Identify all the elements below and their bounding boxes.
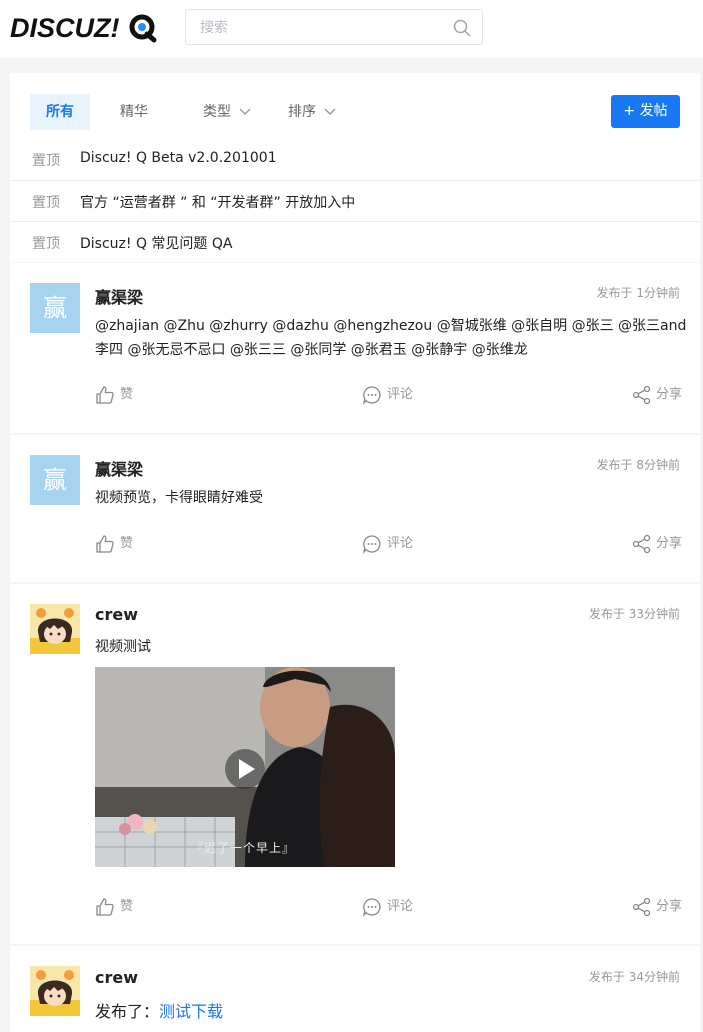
sticky-title[interactable]: Discuz! Q 常见问题 QA [80,233,232,253]
comment-icon [362,386,381,405]
sticky-title[interactable]: Discuz! Q Beta v2.0.201001 [80,150,277,166]
avatar[interactable] [30,966,80,1016]
search-input[interactable] [200,18,440,38]
thread-card[interactable]: 赢 赢渠梁 发布于 8分钟前 视频预览，卡得眼睛好难受 赞 评论 分享 [10,435,700,582]
mention-list[interactable]: @zhajian @Zhu @zhurry @dazhu @hengzhezou… [95,315,686,335]
post-time: 发布于 33分钟前 [588,607,680,621]
sticky-tag: 置顶 [32,236,60,252]
author-name[interactable]: crew [95,968,138,987]
thread-card[interactable]: 赢 赢渠梁 发布于 1分钟前 @zhajian @Zhu @zhurry @da… [10,263,700,433]
sticky-tag: 置顶 [32,153,60,169]
discuz-logo[interactable]: DISCUZ! [10,9,160,45]
post-time: 发布于 8分钟前 [596,458,680,472]
tab-type[interactable]: 类型 [203,94,251,130]
sticky-title[interactable]: 官方 “运营者群 ” 和 “开发者群” 开放加入中 [80,192,355,212]
author-name[interactable]: 赢渠梁 [95,456,143,480]
comment-icon [362,898,381,917]
thumbs-up-icon [96,386,114,404]
post-content[interactable]: 视频预览，卡得眼睛好难受 [95,487,263,507]
avatar[interactable]: 赢 [30,283,80,333]
thread-actions: 赞 评论 分享 [10,532,700,556]
thumbs-up-icon [96,535,114,553]
thread-card[interactable]: crew 发布于 34分钟前 发布了：测试下载 [10,946,700,1032]
author-name[interactable]: crew [95,605,138,624]
video-subtitle: 『迟了一个早上』 [191,841,296,855]
search-box[interactable] [185,9,483,45]
avatar[interactable] [30,604,80,654]
top-bar: DISCUZ! [0,0,703,58]
video-thumbnail[interactable]: 『迟了一个早上』 [95,667,395,867]
new-post-button[interactable]: + 发帖 [611,95,680,128]
tab-all[interactable]: 所有 [30,94,90,130]
share-icon [632,534,651,554]
sticky-post[interactable]: 置顶 官方 “运营者群 ” 和 “开发者群” 开放加入中 [10,180,700,221]
post-time: 发布于 34分钟前 [588,970,680,984]
post-time: 发布于 1分钟前 [596,286,680,300]
thread-actions: 赞 评论 分享 [10,383,700,407]
post-content: 发布了：测试下载 [95,998,223,1022]
video-frame-image [95,667,395,867]
chevron-down-icon [324,108,336,115]
logo-text: DISCUZ! [10,13,120,43]
thread-card[interactable]: crew 发布于 33分钟前 视频测试 『迟了一个早上』 赞 评论 分享 [10,584,700,944]
tab-sort[interactable]: 排序 [288,94,336,130]
share-icon [632,385,651,405]
cartoon-avatar-image [30,604,80,654]
tab-featured[interactable]: 精华 [120,94,148,130]
download-link[interactable]: 测试下载 [159,1002,223,1021]
sticky-tag: 置顶 [32,195,60,211]
thumbs-up-icon [96,898,114,916]
share-icon [632,897,651,917]
thread-actions: 赞 评论 分享 [10,895,700,919]
author-name[interactable]: 赢渠梁 [95,284,143,308]
mention-list[interactable]: 李四 @张无忌不忌口 @张三三 @张同学 @张君玉 @张静宇 @张维龙 [95,339,528,359]
post-content[interactable]: 视频测试 [95,636,151,656]
search-icon[interactable] [452,18,472,38]
post-prefix: 发布了： [95,1002,160,1021]
cartoon-avatar-image [30,966,80,1016]
sticky-post[interactable]: 置顶 Discuz! Q Beta v2.0.201001 [10,139,700,180]
sticky-post[interactable]: 置顶 Discuz! Q 常见问题 QA [10,221,700,262]
comment-icon [362,535,381,554]
avatar[interactable]: 赢 [30,455,80,505]
chevron-down-icon [239,108,251,115]
